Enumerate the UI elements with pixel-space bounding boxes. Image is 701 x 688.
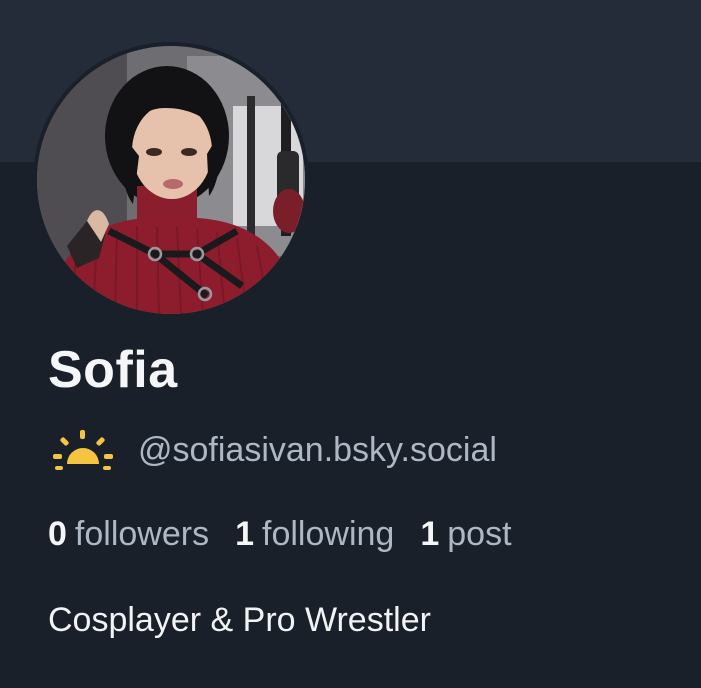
handle-row: @sofiasivan.bsky.social (50, 428, 497, 472)
followers-stat[interactable]: 0 followers (48, 512, 209, 556)
avatar[interactable] (37, 46, 305, 314)
following-stat[interactable]: 1 following (235, 512, 394, 556)
avatar-image (37, 46, 305, 314)
posts-count: 1 (420, 515, 440, 553)
profile-handle[interactable]: @sofiasivan.bsky.social (138, 428, 497, 472)
followers-count: 0 (48, 515, 67, 553)
following-count: 1 (235, 515, 255, 553)
following-label: following (262, 515, 395, 553)
followers-label: followers (74, 515, 210, 553)
profile-stats: 0 followers 1 following 1 post (48, 512, 538, 556)
profile-bio: Cosplayer & Pro Wrestler (48, 601, 431, 639)
avatar-frame[interactable] (33, 42, 309, 318)
display-name: Sofia (48, 341, 178, 399)
posts-stat: 1 post (420, 512, 511, 556)
posts-label: post (447, 515, 512, 553)
sun-icon (53, 430, 113, 470)
